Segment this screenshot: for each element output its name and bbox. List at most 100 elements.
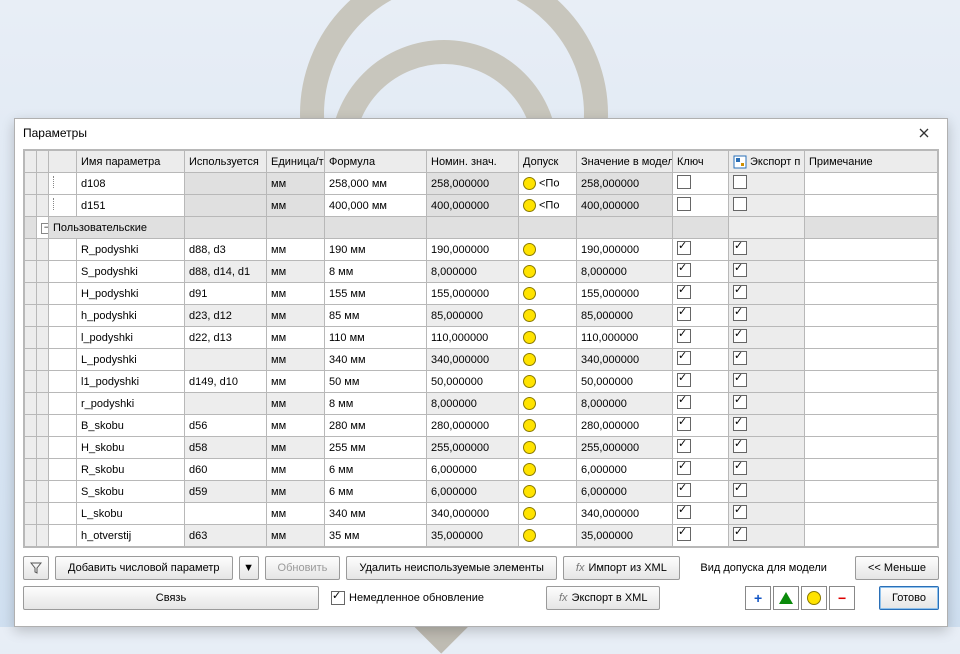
tolerance-triangle-button[interactable] (773, 586, 799, 610)
unit-cell[interactable]: мм (267, 349, 325, 371)
key-cell[interactable] (673, 261, 729, 283)
key-cell[interactable] (673, 393, 729, 415)
key-checkbox[interactable] (677, 461, 691, 475)
key-cell[interactable] (673, 195, 729, 217)
tolerance-cell[interactable] (519, 239, 577, 261)
param-name-cell[interactable]: h_podyshki (77, 305, 185, 327)
col-tolerance[interactable]: Допуск (519, 151, 577, 173)
unit-cell[interactable]: мм (267, 195, 325, 217)
unit-cell[interactable]: мм (267, 239, 325, 261)
table-row[interactable]: l1_podyshki d149, d10 мм 50 мм 50,000000… (25, 371, 938, 393)
key-cell[interactable] (673, 305, 729, 327)
tolerance-cell[interactable] (519, 525, 577, 547)
key-checkbox[interactable] (677, 263, 691, 277)
key-checkbox[interactable] (677, 175, 691, 189)
export-checkbox[interactable] (733, 417, 747, 431)
parameters-grid[interactable]: Имя параметра Используется Единица/ти Фо… (23, 149, 939, 548)
tolerance-cell[interactable] (519, 437, 577, 459)
note-cell[interactable] (805, 349, 938, 371)
unit-cell[interactable]: мм (267, 503, 325, 525)
done-button[interactable]: Готово (879, 586, 939, 610)
tolerance-cell[interactable] (519, 327, 577, 349)
tolerance-plus-button[interactable]: + (745, 586, 771, 610)
unit-cell[interactable]: мм (267, 415, 325, 437)
link-button[interactable]: Связь (23, 586, 319, 610)
formula-cell[interactable]: 110 мм (325, 327, 427, 349)
key-cell[interactable] (673, 415, 729, 437)
export-cell[interactable] (729, 305, 805, 327)
add-param-dropdown[interactable]: ▼ (239, 556, 259, 580)
tolerance-cell[interactable] (519, 393, 577, 415)
filter-button[interactable] (23, 556, 49, 580)
unit-cell[interactable]: мм (267, 305, 325, 327)
tolerance-cell[interactable] (519, 371, 577, 393)
export-checkbox[interactable] (733, 197, 747, 211)
col-note[interactable]: Примечание (805, 151, 938, 173)
export-checkbox[interactable] (733, 263, 747, 277)
unit-cell[interactable]: мм (267, 393, 325, 415)
formula-cell[interactable]: 50 мм (325, 371, 427, 393)
tolerance-cell[interactable]: <По (519, 173, 577, 195)
export-checkbox[interactable] (733, 505, 747, 519)
export-checkbox[interactable] (733, 175, 747, 189)
table-row[interactable]: H_skobu d58 мм 255 мм 255,000000 255,000… (25, 437, 938, 459)
formula-cell[interactable]: 8 мм (325, 261, 427, 283)
param-name-cell[interactable]: S_skobu (77, 481, 185, 503)
tolerance-cell[interactable] (519, 305, 577, 327)
param-name-cell[interactable]: R_podyshki (77, 239, 185, 261)
key-checkbox[interactable] (677, 197, 691, 211)
formula-cell[interactable]: 400,000 мм (325, 195, 427, 217)
formula-cell[interactable]: 258,000 мм (325, 173, 427, 195)
tolerance-cell[interactable] (519, 459, 577, 481)
key-checkbox[interactable] (677, 505, 691, 519)
category-row[interactable]: − Пользовательские (25, 217, 938, 239)
immediate-update-checkbox[interactable]: Немедленное обновление (331, 591, 484, 605)
note-cell[interactable] (805, 305, 938, 327)
unit-cell[interactable]: мм (267, 283, 325, 305)
key-cell[interactable] (673, 525, 729, 547)
formula-cell[interactable]: 255 мм (325, 437, 427, 459)
note-cell[interactable] (805, 437, 938, 459)
key-checkbox[interactable] (677, 307, 691, 321)
formula-cell[interactable]: 6 мм (325, 459, 427, 481)
key-cell[interactable] (673, 349, 729, 371)
export-cell[interactable] (729, 459, 805, 481)
tolerance-cell[interactable] (519, 503, 577, 525)
export-checkbox[interactable] (733, 285, 747, 299)
delete-unused-button[interactable]: Удалить неиспользуемые элементы (346, 556, 557, 580)
add-numeric-param-button[interactable]: Добавить числовой параметр (55, 556, 233, 580)
param-name-cell[interactable]: L_podyshki (77, 349, 185, 371)
export-cell[interactable] (729, 239, 805, 261)
key-cell[interactable] (673, 481, 729, 503)
col-modelvalue[interactable]: Значение в модел (577, 151, 673, 173)
unit-cell[interactable]: мм (267, 459, 325, 481)
col-export[interactable]: Экспорт п (729, 151, 805, 173)
param-name-cell[interactable]: l_podyshki (77, 327, 185, 349)
note-cell[interactable] (805, 327, 938, 349)
key-cell[interactable] (673, 371, 729, 393)
formula-cell[interactable]: 280 мм (325, 415, 427, 437)
export-cell[interactable] (729, 371, 805, 393)
note-cell[interactable] (805, 283, 938, 305)
key-cell[interactable] (673, 437, 729, 459)
param-name-cell[interactable]: d151 (77, 195, 185, 217)
key-cell[interactable] (673, 327, 729, 349)
note-cell[interactable] (805, 239, 938, 261)
export-cell[interactable] (729, 173, 805, 195)
unit-cell[interactable]: мм (267, 525, 325, 547)
tolerance-cell[interactable]: <По (519, 195, 577, 217)
formula-cell[interactable]: 155 мм (325, 283, 427, 305)
export-cell[interactable] (729, 349, 805, 371)
export-checkbox[interactable] (733, 483, 747, 497)
key-cell[interactable] (673, 283, 729, 305)
key-checkbox[interactable] (677, 285, 691, 299)
export-cell[interactable] (729, 283, 805, 305)
note-cell[interactable] (805, 415, 938, 437)
note-cell[interactable] (805, 261, 938, 283)
export-checkbox[interactable] (733, 307, 747, 321)
param-name-cell[interactable]: l1_podyshki (77, 371, 185, 393)
key-checkbox[interactable] (677, 417, 691, 431)
close-button[interactable] (909, 123, 939, 143)
tolerance-cell[interactable] (519, 349, 577, 371)
col-unit[interactable]: Единица/ти (267, 151, 325, 173)
